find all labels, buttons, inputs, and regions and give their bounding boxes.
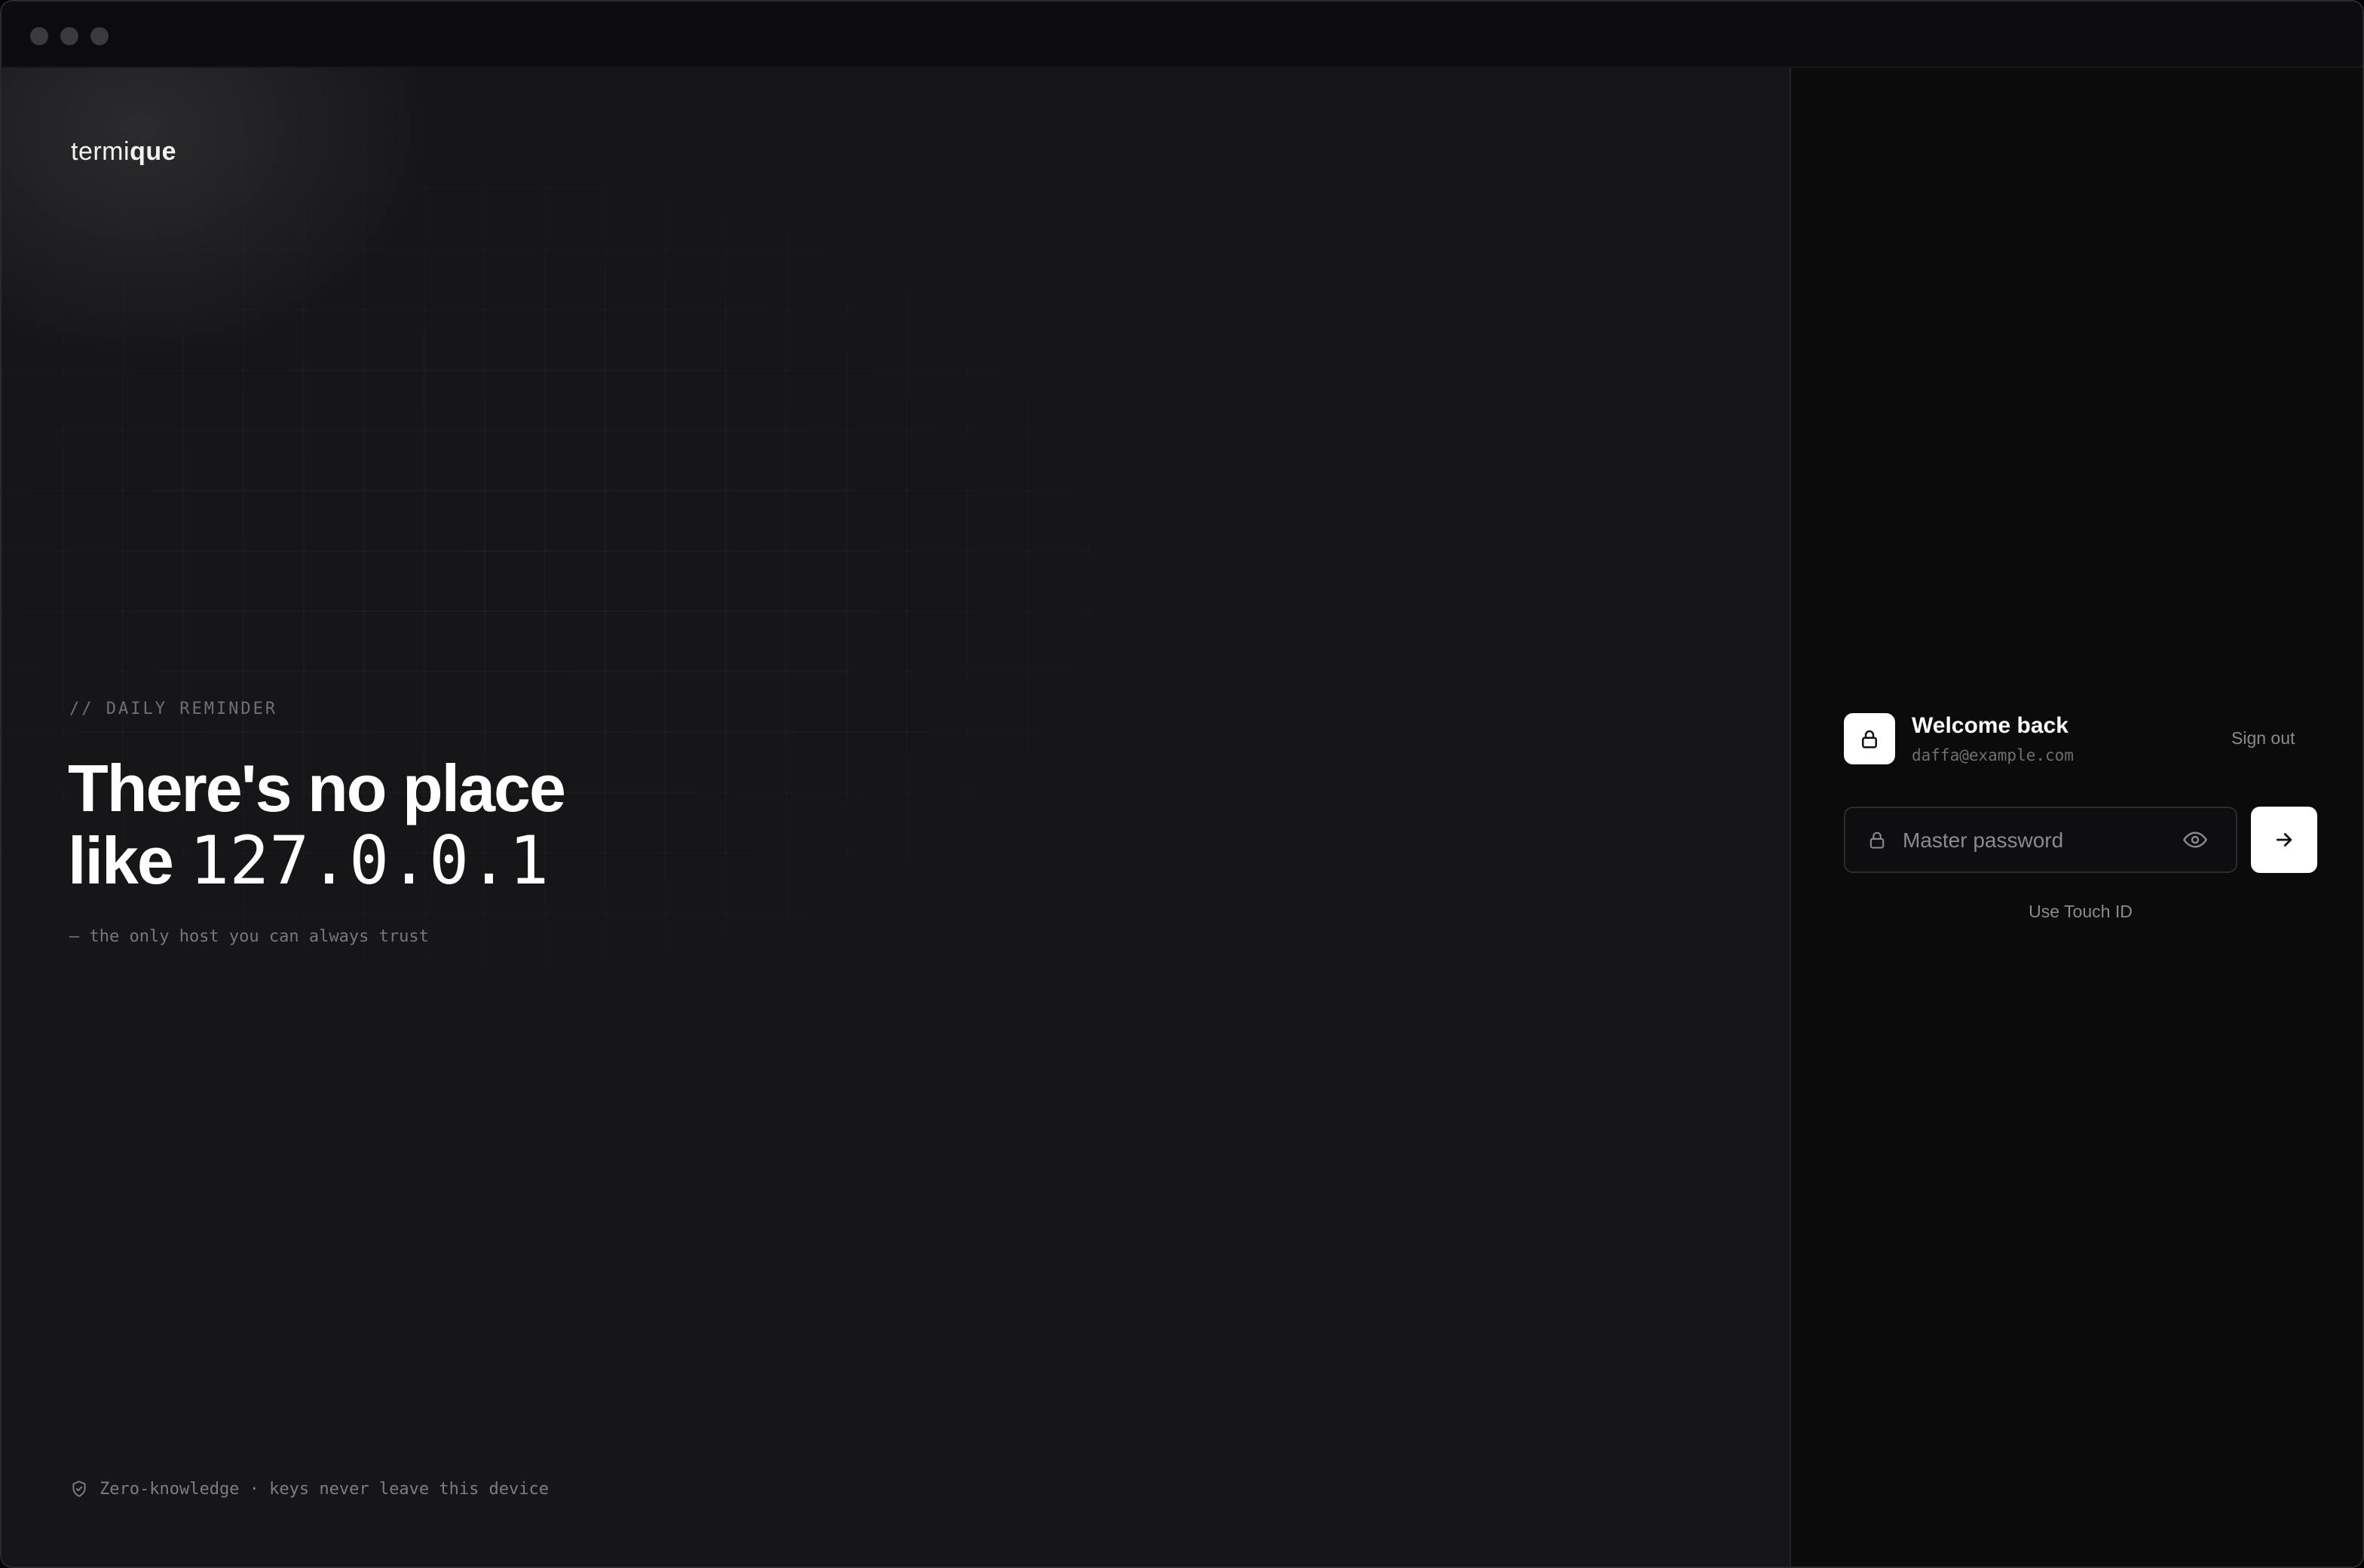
logo-light-text: termi (71, 137, 130, 166)
maximize-window-button[interactable] (90, 27, 109, 45)
security-footer: Zero-knowledge · keys never leave this d… (69, 1479, 549, 1499)
headline-line-2: like 127.0.0.1 (68, 825, 565, 897)
arrow-right-icon (2276, 833, 2292, 847)
close-window-button[interactable] (30, 27, 48, 45)
use-touch-id-link[interactable]: Use Touch ID (1844, 902, 2317, 922)
daily-reminder-eyebrow: // DAILY REMINDER (69, 700, 278, 718)
lock-icon (1862, 730, 1877, 749)
shield-icon (72, 1481, 86, 1497)
title-bar (2, 2, 2362, 68)
minimize-window-button[interactable] (60, 27, 78, 45)
hero-headline: There's no place like 127.0.0.1 (68, 751, 566, 897)
unlock-submit-button[interactable] (2251, 807, 2317, 873)
master-password-field[interactable] (1844, 807, 2237, 873)
headline-line-1: There's no place (68, 751, 566, 825)
eye-icon[interactable] (2183, 829, 2207, 850)
vault-lock-badge (1844, 713, 1895, 764)
headline-localhost: 127.0.0.1 (189, 822, 550, 899)
logo-bold-text: que (130, 137, 177, 166)
app-window: termique // DAILY REMINDER There's no pl… (0, 0, 2364, 1568)
sign-out-link[interactable]: Sign out (2231, 728, 2295, 749)
login-panel: Welcome back daffa@example.com Sign out … (1791, 68, 2362, 1566)
hero-subline: — the only host you can always trust (69, 927, 429, 946)
welcome-title: Welcome back (1912, 713, 2068, 738)
security-footer-text: Zero-knowledge · keys never leave this d… (100, 1479, 550, 1499)
lock-icon (1869, 831, 1885, 849)
master-password-input[interactable] (1903, 822, 2174, 859)
hero-panel: termique // DAILY REMINDER There's no pl… (2, 68, 1790, 1566)
headline-line-2-prefix: like (68, 823, 190, 898)
app-logo: termique (71, 137, 176, 167)
account-email: daffa@example.com (1912, 746, 2074, 764)
background-grid (2, 68, 1434, 1199)
